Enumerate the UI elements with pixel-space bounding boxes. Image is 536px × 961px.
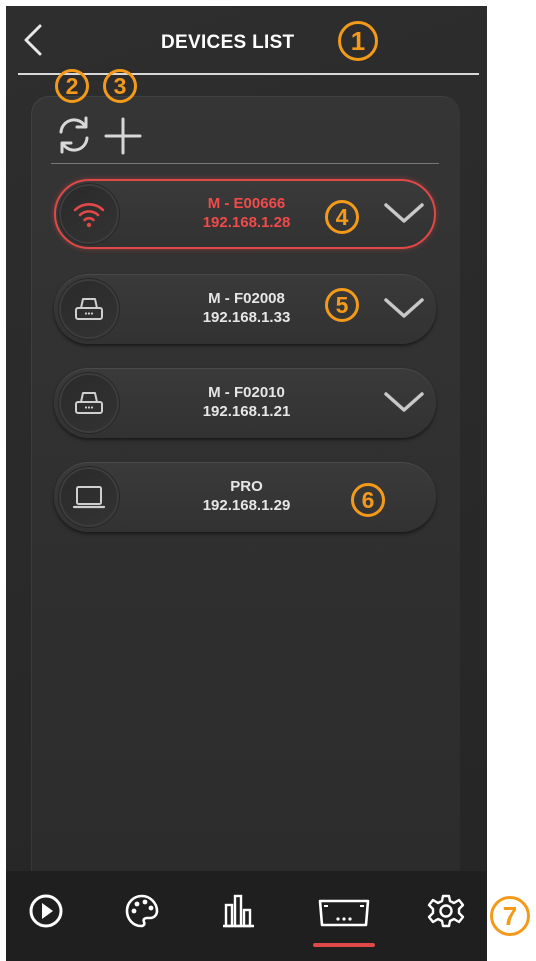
app-screen: DEVICES LIST M - E00666 192.168.1.28 M -… [6, 6, 487, 961]
printer-icon [75, 392, 103, 414]
device-item[interactable]: M - F02010 192.168.1.21 [54, 368, 436, 438]
device-item[interactable]: M - F02008 192.168.1.33 [54, 274, 436, 344]
callout-badge: 4 [325, 200, 359, 234]
device-name: M - F02010 [208, 384, 285, 401]
device-label: M - F02008 192.168.1.33 [154, 289, 339, 327]
add-icon[interactable] [102, 114, 144, 156]
device-icon-badge [61, 375, 117, 431]
wifi-icon [73, 203, 105, 228]
device-label: M - F02010 192.168.1.21 [154, 383, 339, 421]
device-name: M - F02008 [208, 290, 285, 307]
device-ip: 192.168.1.21 [202, 403, 291, 420]
back-icon[interactable] [18, 22, 48, 58]
device-label: PRO 192.168.1.29 [154, 477, 339, 515]
callout-badge: 2 [55, 69, 89, 103]
device-icon-badge [61, 186, 117, 242]
device-name: M - E00666 [207, 195, 286, 212]
page-title: DEVICES LIST [161, 32, 295, 53]
palette-icon[interactable] [122, 891, 162, 931]
play-icon[interactable] [26, 891, 66, 931]
laptop-icon [72, 486, 106, 509]
device-ip: 192.168.1.28 [202, 214, 291, 231]
device-label: M - E00666 192.168.1.28 [154, 194, 339, 232]
bottom-nav [6, 871, 487, 961]
device-icon-badge [61, 281, 117, 337]
printer-icon [75, 298, 103, 320]
toolbar-divider [51, 163, 439, 164]
device-name: PRO [230, 478, 263, 495]
callout-badge: 1 [338, 21, 378, 61]
chevron-down-icon[interactable] [382, 197, 426, 229]
equalizer-icon[interactable] [218, 891, 258, 931]
active-tab-indicator [313, 943, 375, 947]
refresh-icon[interactable] [53, 114, 95, 156]
callout-badge: 3 [103, 69, 137, 103]
chevron-down-icon[interactable] [382, 386, 426, 418]
callout-badge: 6 [351, 483, 385, 517]
device-icon[interactable] [314, 891, 374, 931]
header-divider [18, 73, 479, 75]
callout-badge: 7 [490, 896, 530, 936]
chevron-down-icon[interactable] [382, 292, 426, 324]
device-ip: 192.168.1.33 [202, 309, 291, 326]
device-ip: 192.168.1.29 [202, 497, 291, 514]
device-item-selected[interactable]: M - E00666 192.168.1.28 [54, 179, 436, 249]
callout-badge: 5 [325, 288, 359, 322]
device-icon-badge [61, 469, 117, 525]
gear-icon[interactable] [426, 891, 466, 931]
